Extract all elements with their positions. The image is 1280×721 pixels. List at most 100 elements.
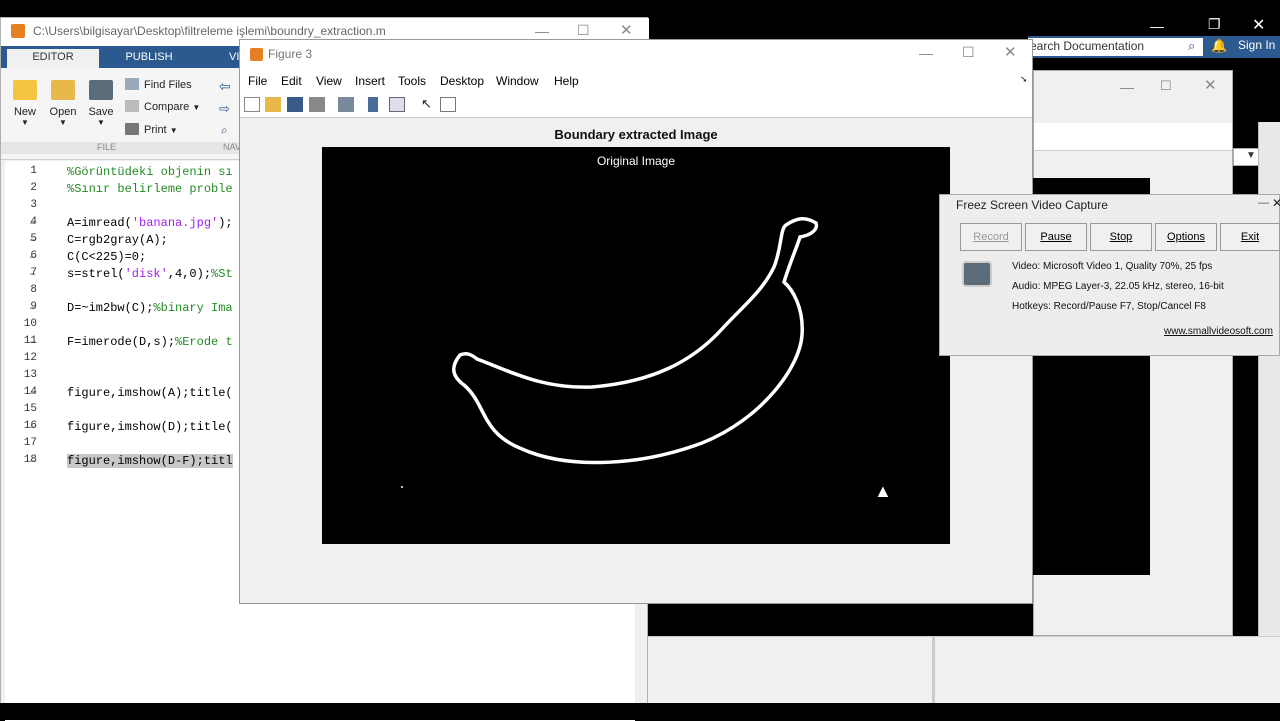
noise-dot [401,486,403,488]
code-line[interactable]: %Görüntüdeki objenin sı [67,165,233,179]
mouse-cursor-icon: ▲ [874,481,892,501]
print-button[interactable]: Print ▼ [125,123,178,136]
save-figure-icon[interactable] [287,97,303,112]
bottom-strip [0,703,1280,720]
stop-button[interactable]: Stop [1090,223,1152,251]
website-link[interactable]: www.smallvideosoft.com [1164,326,1273,337]
minimize-icon[interactable]: — [919,45,933,61]
link-plot-icon[interactable] [338,97,354,112]
code-line[interactable]: D=~im2bw(C);%binary Ima [67,301,233,315]
line-number: 12 [23,352,37,364]
insert-legend-icon[interactable] [389,97,405,112]
new-file-icon [13,80,37,100]
minimize-icon[interactable]: — [1120,79,1134,95]
code-line[interactable]: figure,imshow(A);title( [67,386,233,400]
record-button[interactable]: Record [960,223,1022,251]
print-figure-icon[interactable] [309,97,325,112]
new-button[interactable]: New ▼ [7,80,43,127]
pause-button[interactable]: Pause [1025,223,1087,251]
compare-button[interactable]: Compare ▼ [125,100,200,113]
code-line[interactable]: F=imerode(D,s);%Erode t [67,335,233,349]
find-files-label: Find Files [144,79,192,91]
breakpoint-marker[interactable]: – [29,386,36,400]
camera-icon [962,261,992,287]
breakpoint-marker[interactable]: – [29,233,36,247]
property-editor-icon[interactable] [440,97,456,112]
options-button[interactable]: Options [1155,223,1217,251]
save-button[interactable]: Save ▼ [83,80,119,127]
notification-bell-icon[interactable]: 🔔 [1211,38,1227,54]
minimize-icon[interactable]: — [1150,18,1164,34]
close-icon[interactable]: ✕ [1204,76,1217,94]
minimize-icon[interactable]: — [535,23,549,39]
capture-title: Freez Screen Video Capture [956,198,1108,212]
menu-insert[interactable]: Insert [355,74,385,88]
maximize-icon[interactable]: ☐ [1160,78,1172,94]
banana-boundary-image [401,217,819,488]
line-number: 1 [30,165,37,177]
menu-help[interactable]: Help [554,74,579,88]
open-file-icon[interactable] [265,97,281,112]
panel-divider [932,636,935,704]
chevron-down-icon[interactable]: ▼ [1246,150,1256,161]
hotkeys-info: Hotkeys: Record/Pause F7, Stop/Cancel F8 [1012,301,1206,312]
tab-publish[interactable]: PUBLISH [101,49,197,68]
menu-edit[interactable]: Edit [281,74,302,88]
insert-colorbar-icon[interactable] [368,97,378,112]
new-button-label: New [13,106,36,118]
menu-view[interactable]: View [316,74,342,88]
menu-tools[interactable]: Tools [398,74,426,88]
close-icon[interactable]: ✕ [1252,15,1265,35]
breakpoint-marker[interactable]: – [29,250,36,264]
menu-desktop[interactable]: Desktop [440,74,484,88]
code-line[interactable]: figure,imshow(D);title( [67,420,233,434]
matlab-editor-icon [11,24,25,38]
breakpoint-marker[interactable]: – [29,267,36,281]
breakpoint-marker[interactable]: – [29,216,36,230]
code-line[interactable]: A=imread('banana.jpg'); [67,216,233,230]
line-number: 8 [30,284,37,296]
code-line[interactable]: %Sınır belirleme proble [67,182,233,196]
close-icon[interactable]: ✕ [1004,43,1017,61]
line-number: 17 [23,437,37,449]
find-icon[interactable]: ⌕ [221,123,228,138]
open-button[interactable]: Open ▼ [45,80,81,127]
minimize-icon[interactable]: — [1258,197,1269,209]
editor-title: C:\Users\bilgisayar\Desktop\filtreleme i… [33,24,386,38]
menu-file[interactable]: File [248,74,267,88]
video-info: Video: Microsoft Video 1, Quality 70%, 2… [1012,261,1213,272]
breakpoint-marker[interactable]: – [29,454,36,468]
code-line[interactable]: figure,imshow(D-F);titl [67,454,233,468]
toolbar [1034,123,1232,151]
print-label: Print [144,124,167,136]
tab-editor[interactable]: EDITOR [7,49,99,68]
new-figure-icon[interactable] [244,97,260,112]
menu-window[interactable]: Window [496,74,539,88]
breakpoint-marker[interactable]: – [29,420,36,434]
code-line[interactable]: C=rgb2gray(A); [67,233,168,247]
dock-arrow-icon[interactable]: ➘ [1020,74,1028,85]
breakpoint-marker[interactable]: – [29,335,36,349]
line-number: 2 [30,182,37,194]
maximize-icon[interactable]: ☐ [962,44,975,61]
close-icon[interactable]: ✕ [620,21,633,39]
sign-in-link[interactable]: Sign In [1238,38,1275,52]
code-line[interactable]: s=strel('disk',4,0);%St [67,267,233,281]
line-number: 3 [30,199,37,211]
edit-plot-arrow-icon[interactable]: ↖ [421,96,432,112]
maximize-icon[interactable]: ❐ [1208,16,1221,33]
go-back-icon[interactable]: ⇦ [219,78,231,95]
close-icon[interactable]: ✕ [1272,196,1280,210]
search-documentation-input[interactable]: earch Documentation [1028,38,1203,56]
code-line[interactable]: C(C<225)=0; [67,250,146,264]
audio-info: Audio: MPEG Layer-3, 22.05 kHz, stereo, … [1012,281,1224,292]
save-icon [89,80,113,100]
breakpoint-marker[interactable]: – [29,301,36,315]
go-to-icon[interactable]: ⇨ [219,101,230,117]
exit-button[interactable]: Exit [1220,223,1280,251]
image-axes[interactable]: Original Image ▲ [322,147,950,544]
axes-title: Boundary extracted Image [554,127,718,142]
search-icon[interactable]: ⌕ [1188,38,1195,54]
maximize-icon[interactable]: ☐ [577,22,590,39]
find-files-button[interactable]: Find Files [125,78,192,91]
